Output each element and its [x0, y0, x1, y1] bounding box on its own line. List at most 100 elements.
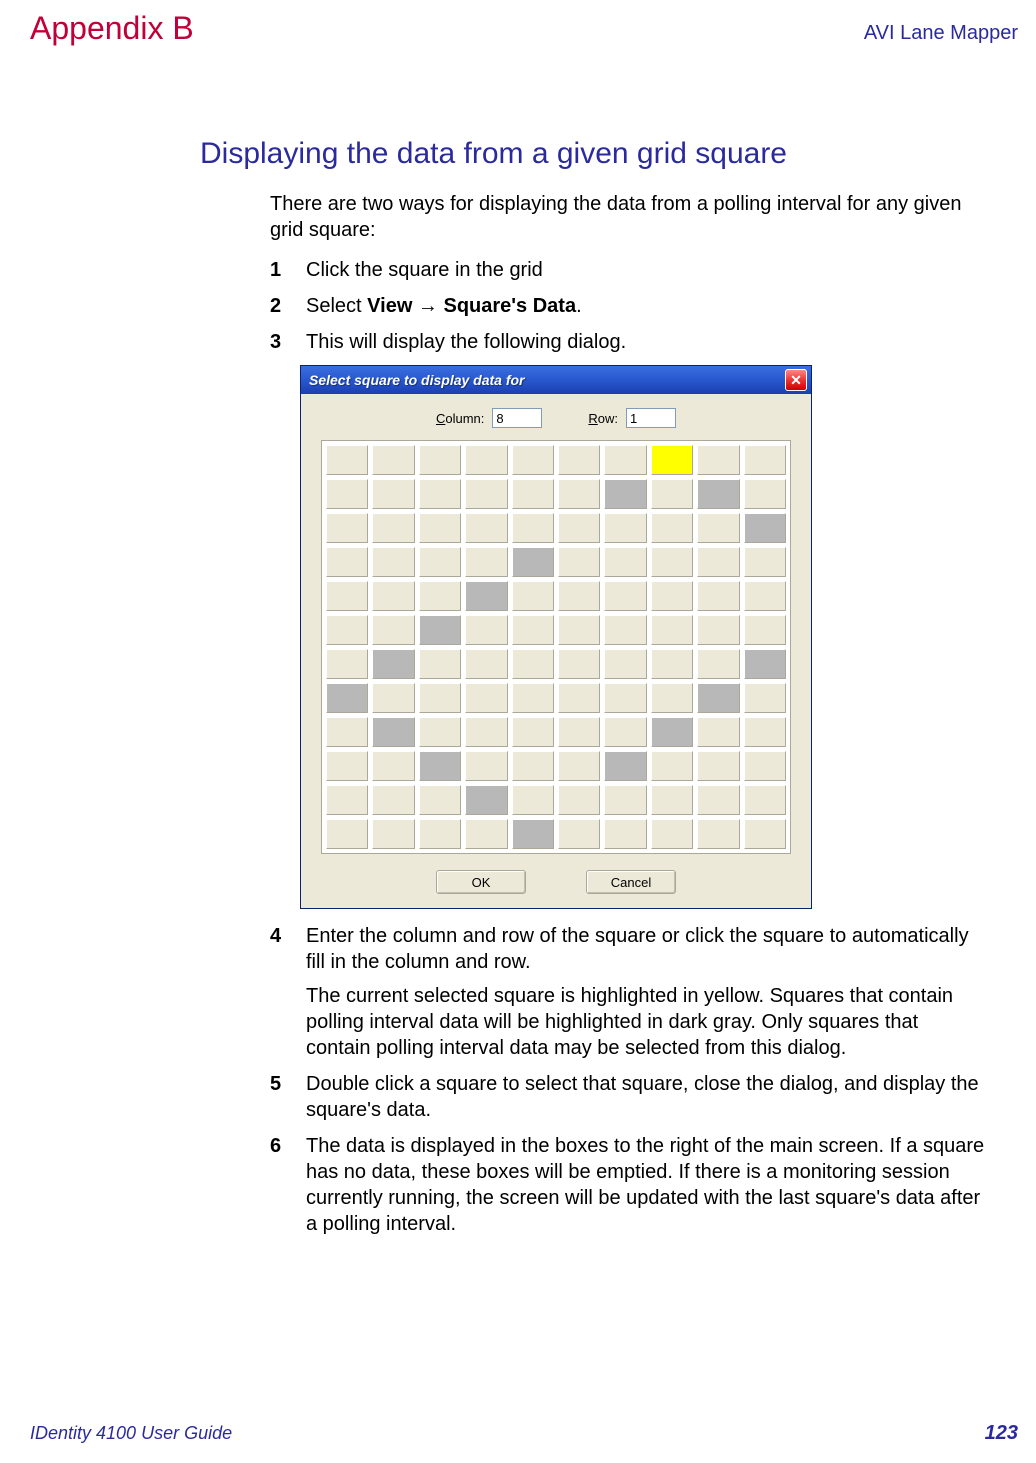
- grid-cell[interactable]: [651, 513, 693, 543]
- grid-cell[interactable]: [558, 445, 600, 475]
- row-input[interactable]: [626, 408, 676, 428]
- grid-cell[interactable]: [326, 785, 368, 815]
- grid-cell[interactable]: [372, 513, 414, 543]
- grid-cell[interactable]: [744, 615, 786, 645]
- grid-cell[interactable]: [604, 479, 646, 509]
- grid-cell[interactable]: [512, 615, 554, 645]
- grid-cell[interactable]: [558, 785, 600, 815]
- grid-cell[interactable]: [372, 819, 414, 849]
- grid-cell[interactable]: [697, 785, 739, 815]
- grid-cell[interactable]: [512, 785, 554, 815]
- grid-cell[interactable]: [372, 615, 414, 645]
- ok-button[interactable]: OK: [436, 870, 526, 894]
- grid-cell[interactable]: [744, 785, 786, 815]
- grid-cell[interactable]: [512, 819, 554, 849]
- grid-cell[interactable]: [744, 717, 786, 747]
- grid-cell[interactable]: [419, 717, 461, 747]
- grid-cell[interactable]: [419, 649, 461, 679]
- grid-cell[interactable]: [326, 649, 368, 679]
- grid-cell[interactable]: [558, 547, 600, 577]
- grid-cell[interactable]: [465, 615, 507, 645]
- grid-cell[interactable]: [651, 649, 693, 679]
- grid-cell[interactable]: [558, 683, 600, 713]
- grid-cell[interactable]: [465, 479, 507, 509]
- grid-cell[interactable]: [744, 479, 786, 509]
- grid-cell[interactable]: [604, 547, 646, 577]
- grid-cell[interactable]: [697, 819, 739, 849]
- grid-cell[interactable]: [372, 649, 414, 679]
- grid-cell[interactable]: [419, 785, 461, 815]
- grid-cell[interactable]: [372, 479, 414, 509]
- cancel-button[interactable]: Cancel: [586, 870, 676, 894]
- grid-cell[interactable]: [326, 547, 368, 577]
- grid-cell[interactable]: [604, 819, 646, 849]
- grid-cell[interactable]: [604, 717, 646, 747]
- grid-cell[interactable]: [512, 683, 554, 713]
- grid-cell[interactable]: [465, 581, 507, 611]
- grid-cell[interactable]: [604, 649, 646, 679]
- grid-cell[interactable]: [512, 513, 554, 543]
- grid-cell[interactable]: [744, 751, 786, 781]
- grid-cell[interactable]: [372, 751, 414, 781]
- grid-cell[interactable]: [697, 513, 739, 543]
- grid-cell[interactable]: [419, 445, 461, 475]
- grid-cell[interactable]: [604, 445, 646, 475]
- grid-cell[interactable]: [558, 581, 600, 611]
- grid-cell[interactable]: [372, 683, 414, 713]
- grid-cell[interactable]: [512, 445, 554, 475]
- grid-cell[interactable]: [326, 479, 368, 509]
- grid-cell[interactable]: [326, 683, 368, 713]
- column-input[interactable]: [492, 408, 542, 428]
- grid-cell[interactable]: [465, 649, 507, 679]
- grid-cell[interactable]: [512, 649, 554, 679]
- grid-cell[interactable]: [651, 819, 693, 849]
- grid-cell[interactable]: [326, 615, 368, 645]
- grid-cell[interactable]: [697, 547, 739, 577]
- grid-cell[interactable]: [558, 479, 600, 509]
- grid-cell[interactable]: [697, 615, 739, 645]
- grid-cell[interactable]: [419, 615, 461, 645]
- grid-cell[interactable]: [697, 445, 739, 475]
- grid-cell[interactable]: [744, 513, 786, 543]
- grid-cell[interactable]: [419, 751, 461, 781]
- grid-cell[interactable]: [744, 547, 786, 577]
- grid-cell[interactable]: [558, 717, 600, 747]
- grid-cell[interactable]: [326, 819, 368, 849]
- grid-cell[interactable]: [697, 751, 739, 781]
- grid-cell[interactable]: [419, 581, 461, 611]
- grid-cell[interactable]: [558, 819, 600, 849]
- grid-cell[interactable]: [326, 581, 368, 611]
- grid-cell[interactable]: [697, 649, 739, 679]
- grid-cell[interactable]: [419, 547, 461, 577]
- grid-cell[interactable]: [512, 751, 554, 781]
- grid-cell[interactable]: [465, 513, 507, 543]
- grid-cell[interactable]: [419, 479, 461, 509]
- grid-cell[interactable]: [604, 615, 646, 645]
- grid-cell[interactable]: [465, 717, 507, 747]
- grid-cell[interactable]: [372, 785, 414, 815]
- grid-cell[interactable]: [419, 819, 461, 849]
- grid-cell[interactable]: [651, 445, 693, 475]
- grid-cell[interactable]: [744, 445, 786, 475]
- grid-cell[interactable]: [326, 513, 368, 543]
- grid-cell[interactable]: [558, 513, 600, 543]
- grid-cell[interactable]: [604, 513, 646, 543]
- grid-cell[interactable]: [419, 683, 461, 713]
- grid-cell[interactable]: [512, 581, 554, 611]
- grid-cell[interactable]: [558, 649, 600, 679]
- grid-cell[interactable]: [558, 751, 600, 781]
- close-button[interactable]: ✕: [785, 369, 807, 391]
- grid-cell[interactable]: [465, 683, 507, 713]
- grid-cell[interactable]: [604, 581, 646, 611]
- grid-cell[interactable]: [651, 479, 693, 509]
- grid-cell[interactable]: [512, 547, 554, 577]
- grid-cell[interactable]: [558, 615, 600, 645]
- grid-cell[interactable]: [465, 445, 507, 475]
- grid-cell[interactable]: [697, 479, 739, 509]
- grid-cell[interactable]: [326, 751, 368, 781]
- grid-cell[interactable]: [372, 581, 414, 611]
- grid-cell[interactable]: [744, 683, 786, 713]
- grid-cell[interactable]: [697, 581, 739, 611]
- grid-cell[interactable]: [372, 445, 414, 475]
- grid-cell[interactable]: [326, 445, 368, 475]
